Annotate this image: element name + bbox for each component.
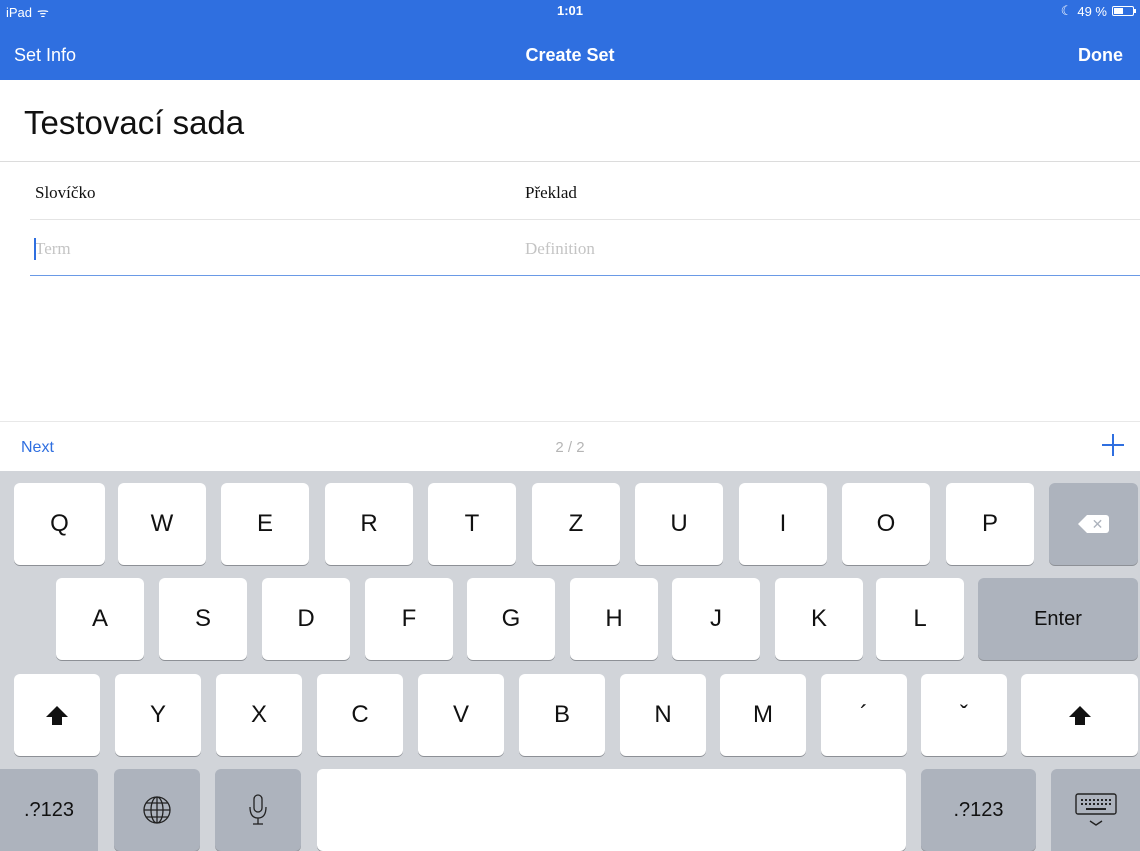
moon-icon: ☾	[1060, 3, 1073, 18]
microphone-key[interactable]	[215, 769, 301, 851]
text-caret	[34, 238, 36, 260]
battery-icon	[1112, 6, 1136, 16]
keyboard: Q W E R T Z U I O P ✕ A S D F G H J K L …	[0, 471, 1140, 851]
shift-key-right[interactable]	[1021, 674, 1138, 756]
status-right: ☾ 49 %	[1060, 3, 1136, 19]
status-time: 1:01	[556, 3, 584, 18]
key-h[interactable]: H	[570, 578, 658, 660]
key-i[interactable]: I	[739, 483, 827, 565]
term-input[interactable]	[35, 236, 495, 262]
battery-percent: 49 %	[1077, 3, 1107, 19]
space-key[interactable]	[317, 769, 906, 851]
add-card-icon[interactable]	[1100, 432, 1126, 458]
toolbar-divider	[0, 421, 1140, 422]
key-w[interactable]: W	[118, 483, 206, 565]
nav-bar: Set Info Create Set Done	[0, 22, 1140, 80]
key-y[interactable]: Y	[115, 674, 201, 756]
key-a[interactable]: A	[56, 578, 144, 660]
definition-input[interactable]	[525, 236, 1105, 262]
active-input-underline	[30, 275, 1140, 276]
microphone-icon	[249, 794, 267, 825]
key-d[interactable]: D	[262, 578, 350, 660]
card-counter: 2 / 2	[555, 439, 585, 456]
globe-icon	[143, 796, 171, 824]
divider	[0, 161, 1140, 162]
key-v[interactable]: V	[418, 674, 504, 756]
key-j[interactable]: J	[672, 578, 760, 660]
key-c[interactable]: C	[317, 674, 403, 756]
hide-keyboard-icon	[1074, 793, 1117, 826]
done-button[interactable]: Done	[1078, 45, 1123, 66]
shift-icon	[1068, 705, 1091, 725]
key-caron[interactable]: ˇ	[921, 674, 1007, 756]
key-f[interactable]: F	[365, 578, 453, 660]
shift-icon	[46, 705, 68, 725]
enter-key[interactable]: Enter	[978, 578, 1138, 660]
key-p[interactable]: P	[946, 483, 1034, 565]
key-b[interactable]: B	[519, 674, 605, 756]
definition-label[interactable]: Překlad	[525, 183, 577, 203]
key-x[interactable]: X	[216, 674, 302, 756]
status-bar: iPad ᯤ 1:01 ☾ 49 %	[0, 0, 1140, 22]
key-m[interactable]: M	[720, 674, 806, 756]
backspace-icon: ✕	[1077, 515, 1109, 533]
globe-key[interactable]	[114, 769, 200, 851]
set-title[interactable]: Testovací sada	[24, 104, 244, 142]
numbers-key-right[interactable]: .?123	[921, 769, 1036, 851]
key-k[interactable]: K	[775, 578, 863, 660]
row-divider	[30, 219, 1140, 220]
key-t[interactable]: T	[428, 483, 516, 565]
nav-title: Create Set	[525, 45, 615, 65]
key-z[interactable]: Z	[532, 483, 620, 565]
key-q[interactable]: Q	[14, 483, 105, 565]
key-r[interactable]: R	[325, 483, 413, 565]
term-label[interactable]: Slovíčko	[35, 183, 95, 203]
key-o[interactable]: O	[842, 483, 930, 565]
backspace-key[interactable]: ✕	[1049, 483, 1138, 565]
key-s[interactable]: S	[159, 578, 247, 660]
numbers-key-left[interactable]: .?123	[0, 769, 98, 851]
shift-key-left[interactable]	[14, 674, 100, 756]
key-n[interactable]: N	[620, 674, 706, 756]
key-acute[interactable]: ´	[821, 674, 907, 756]
hide-keyboard-key[interactable]	[1051, 769, 1140, 851]
key-g[interactable]: G	[467, 578, 555, 660]
key-u[interactable]: U	[635, 483, 723, 565]
key-e[interactable]: E	[221, 483, 309, 565]
key-l[interactable]: L	[876, 578, 964, 660]
